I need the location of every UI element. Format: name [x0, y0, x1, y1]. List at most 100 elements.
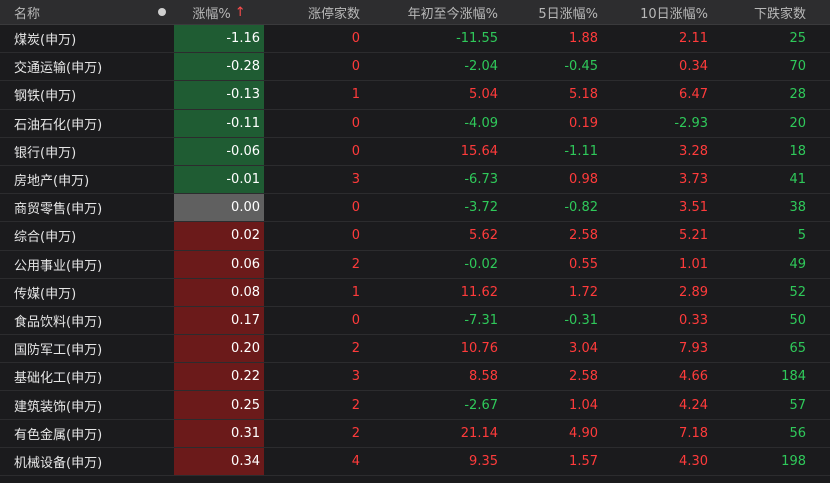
table-row[interactable]: 传媒(申万) 0.08 1 11.62 1.72 2.89 52	[0, 278, 830, 307]
table-row[interactable]: 基础化工(申万) 0.22 3 8.58 2.58 4.66 184	[0, 363, 830, 392]
ytd-cell: -4.09	[464, 115, 498, 131]
column-header-5d[interactable]: 5日涨幅%	[498, 3, 598, 22]
ten-day-cell: 0.34	[679, 59, 708, 75]
table-body: 煤炭(申万) -1.16 0 -11.55 1.88 2.11 25 交通运输(申万) -0.2…	[0, 25, 830, 476]
table-row[interactable]: 钢铁(申万) -0.13 1 5.04 5.18 6.47 28	[0, 81, 830, 110]
down-count-cell: 56	[789, 425, 806, 441]
five-day-cell: 1.57	[569, 453, 598, 469]
table-row[interactable]: 石油石化(申万) -0.11 0 -4.09 0.19 -2.93 20	[0, 109, 830, 138]
ten-day-cell: 6.47	[679, 87, 708, 103]
column-header-ytd[interactable]: 年初至今涨幅%	[360, 3, 498, 22]
limit-up-cell: 0	[351, 228, 360, 244]
down-count-cell: 28	[789, 87, 806, 103]
table-row[interactable]: 国防军工(申万) 0.20 2 10.76 3.04 7.93 65	[0, 335, 830, 364]
limit-up-cell: 2	[351, 341, 360, 357]
column-header-name[interactable]: 名称	[0, 3, 150, 22]
down-count-cell: 184	[781, 369, 806, 385]
table-row[interactable]: 交通运输(申万) -0.28 0 -2.04 -0.45 0.34 70	[0, 53, 830, 82]
limit-up-cell: 3	[351, 369, 360, 385]
column-header-limit-up[interactable]: 涨停家数	[264, 3, 360, 22]
sort-up-arrow-icon[interactable]: ↑	[235, 5, 246, 20]
sector-name: 银行(申万)	[14, 145, 77, 161]
sector-name: 国防军工(申万)	[14, 343, 103, 359]
change-cell: 0.25	[174, 391, 264, 419]
ten-day-cell: 7.18	[679, 425, 708, 441]
sector-table: 名称 涨幅% ↑ 涨停家数 年初至今涨幅% 5日涨幅% 10日涨幅% 下跌家数 …	[0, 0, 830, 476]
down-count-cell: 20	[789, 115, 806, 131]
limit-up-cell: 2	[351, 397, 360, 413]
ytd-cell: -0.02	[464, 256, 498, 272]
limit-up-cell: 2	[351, 425, 360, 441]
down-count-cell: 50	[789, 312, 806, 328]
change-cell: 0.34	[174, 447, 264, 475]
down-count-cell: 70	[789, 59, 806, 75]
ten-day-cell: -2.93	[674, 115, 708, 131]
table-row[interactable]: 食品饮料(申万) 0.17 0 -7.31 -0.31 0.33 50	[0, 306, 830, 336]
five-day-cell: 1.72	[569, 284, 598, 300]
change-cell: 0.20	[174, 335, 264, 363]
table-row[interactable]: 公用事业(申万) 0.06 2 -0.02 0.55 1.01 49	[0, 250, 830, 279]
ten-day-cell: 4.30	[679, 453, 708, 469]
change-cell: 0.17	[174, 306, 264, 335]
table-row[interactable]: 综合(申万) 0.02 0 5.62 2.58 5.21 5	[0, 222, 830, 251]
limit-up-cell: 1	[351, 284, 360, 300]
five-day-cell: 1.88	[569, 31, 598, 47]
down-count-cell: 38	[789, 200, 806, 216]
five-day-cell: -1.11	[564, 143, 598, 159]
table-row[interactable]: 商贸零售(申万) 0.00 0 -3.72 -0.82 3.51 38	[0, 194, 830, 223]
limit-up-cell: 0	[351, 59, 360, 75]
ytd-cell: -2.04	[464, 59, 498, 75]
ten-day-cell: 4.24	[679, 397, 708, 413]
five-day-cell: -0.31	[564, 312, 598, 328]
change-cell: 0.22	[174, 363, 264, 391]
column-header-down-count[interactable]: 下跌家数	[708, 3, 806, 22]
table-row[interactable]: 机械设备(申万) 0.34 4 9.35 1.57 4.30 198	[0, 447, 830, 476]
table-row[interactable]: 房地产(申万) -0.01 3 -6.73 0.98 3.73 41	[0, 165, 830, 195]
sector-name: 钢铁(申万)	[14, 89, 77, 105]
change-cell: -0.06	[174, 137, 264, 165]
five-day-cell: -0.45	[564, 59, 598, 75]
ytd-cell: 5.04	[469, 87, 498, 103]
down-count-cell: 49	[789, 256, 806, 272]
table-row[interactable]: 煤炭(申万) -1.16 0 -11.55 1.88 2.11 25	[0, 25, 830, 54]
ytd-cell: 8.58	[469, 369, 498, 385]
limit-up-cell: 0	[351, 115, 360, 131]
limit-up-cell: 0	[351, 31, 360, 47]
down-count-cell: 41	[789, 172, 806, 188]
ytd-cell: -3.72	[464, 200, 498, 216]
ten-day-cell: 0.33	[679, 312, 708, 328]
change-cell: -0.28	[174, 53, 264, 81]
table-row[interactable]: 银行(申万) -0.06 0 15.64 -1.11 3.28 18	[0, 137, 830, 166]
five-day-cell: 0.55	[569, 256, 598, 272]
down-count-cell: 65	[789, 341, 806, 357]
column-header-change[interactable]: 涨幅% ↑	[174, 0, 264, 24]
ten-day-cell: 1.01	[679, 256, 708, 272]
column-header-10d[interactable]: 10日涨幅%	[598, 3, 708, 22]
limit-up-cell: 2	[351, 256, 360, 272]
column-header-change-label: 涨幅%	[192, 6, 231, 22]
ten-day-cell: 2.89	[679, 284, 708, 300]
ytd-cell: -7.31	[464, 312, 498, 328]
ytd-cell: 5.62	[469, 228, 498, 244]
change-cell: -0.13	[174, 81, 264, 109]
table-row[interactable]: 建筑装饰(申万) 0.25 2 -2.67 1.04 4.24 57	[0, 391, 830, 420]
ytd-cell: -6.73	[464, 172, 498, 188]
change-cell: 0.31	[174, 419, 264, 447]
sector-name: 房地产(申万)	[14, 174, 90, 190]
change-cell: 0.08	[174, 278, 264, 306]
change-cell: 0.00	[174, 194, 264, 222]
five-day-cell: 4.90	[569, 425, 598, 441]
sector-name: 基础化工(申万)	[14, 371, 103, 387]
sector-name: 商贸零售(申万)	[14, 202, 103, 218]
filter-dot-icon[interactable]	[150, 8, 174, 16]
down-count-cell: 52	[789, 284, 806, 300]
change-cell: -1.16	[174, 25, 264, 53]
sector-name: 建筑装饰(申万)	[14, 399, 103, 415]
sector-name: 传媒(申万)	[14, 286, 77, 302]
down-count-cell: 5	[797, 228, 806, 244]
down-count-cell: 198	[781, 453, 806, 469]
table-row[interactable]: 有色金属(申万) 0.31 2 21.14 4.90 7.18 56	[0, 419, 830, 448]
ten-day-cell: 3.73	[679, 172, 708, 188]
ytd-cell: -2.67	[464, 397, 498, 413]
five-day-cell: 2.58	[569, 369, 598, 385]
